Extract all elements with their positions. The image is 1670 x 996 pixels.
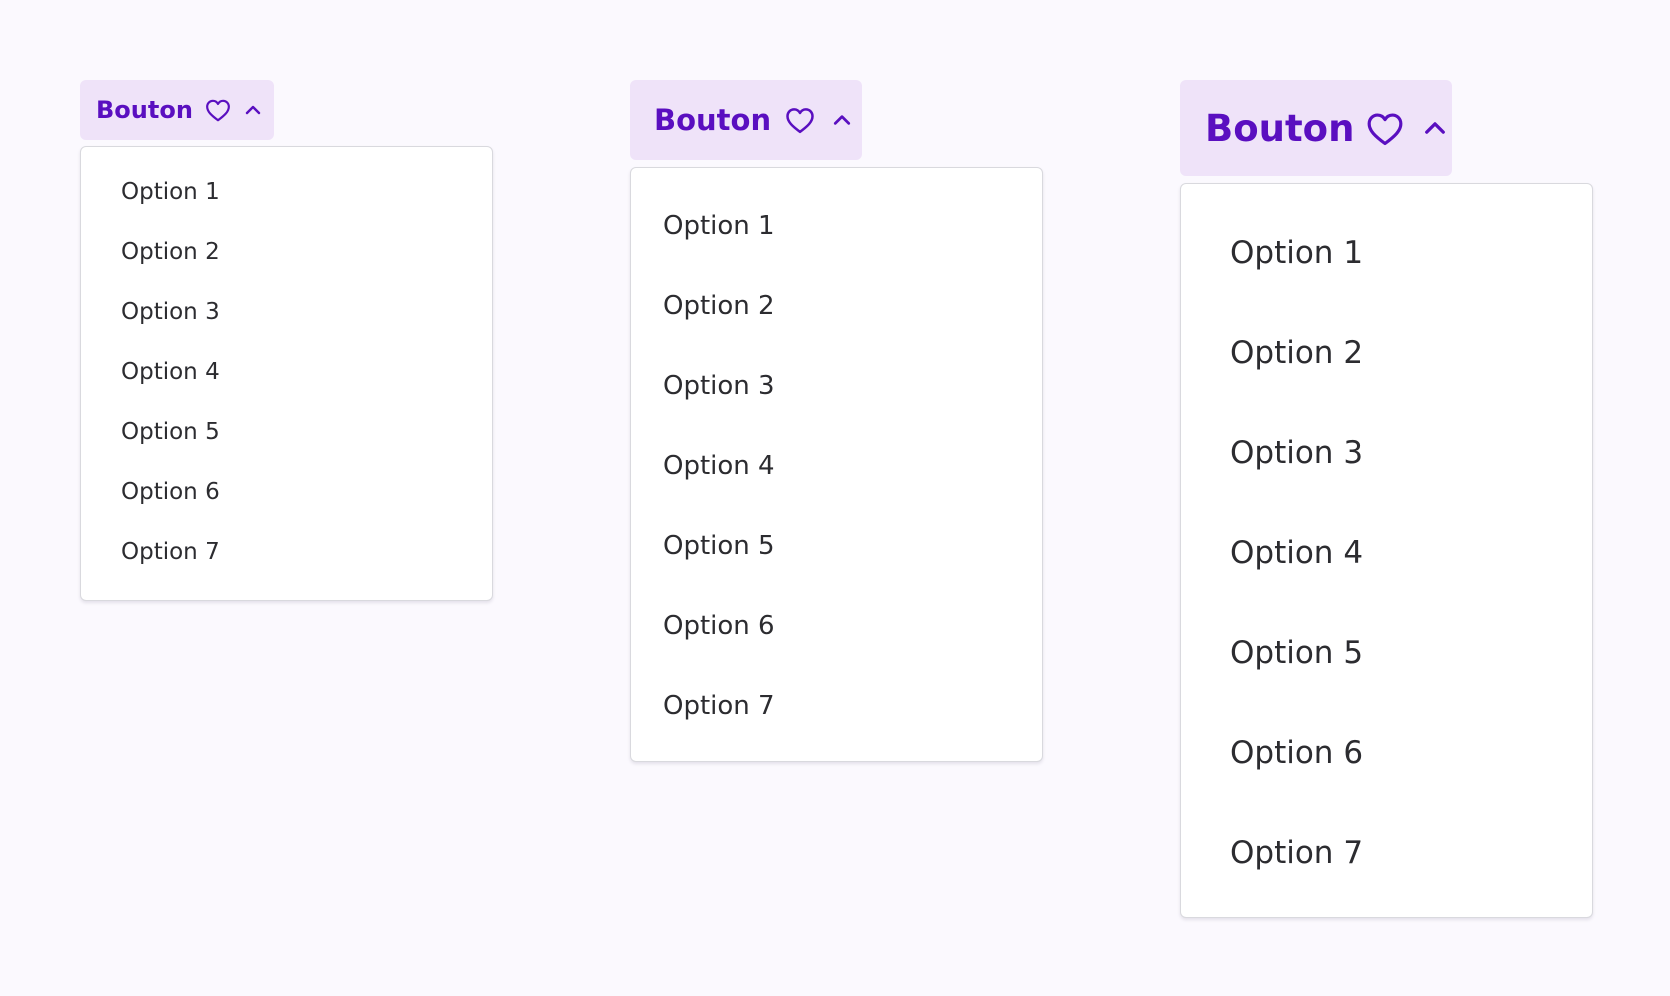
dropdown-menu-large: Option 1 Option 2 Option 3 Option 4 Opti… — [1180, 183, 1593, 918]
dropdown-button-medium[interactable]: Bouton — [630, 80, 862, 160]
heart-icon — [786, 108, 814, 134]
menu-item-option-6[interactable]: Option 6 — [1181, 703, 1592, 803]
menu-item-option-5[interactable]: Option 5 — [1181, 603, 1592, 703]
chevron-up-icon — [245, 105, 261, 115]
menu-item-option-5[interactable]: Option 5 — [631, 506, 1042, 586]
dropdown-menu-small: Option 1 Option 2 Option 3 Option 4 Opti… — [80, 146, 493, 601]
menu-item-option-7[interactable]: Option 7 — [1181, 803, 1592, 903]
heart-icon — [206, 99, 230, 122]
menu-item-option-3[interactable]: Option 3 — [1181, 403, 1592, 503]
chevron-up-icon — [1425, 122, 1446, 134]
dropdown-button-small[interactable]: Bouton — [80, 80, 274, 140]
menu-item-option-4[interactable]: Option 4 — [81, 342, 492, 402]
menu-item-option-7[interactable]: Option 7 — [81, 522, 492, 582]
menu-item-option-6[interactable]: Option 6 — [81, 462, 492, 522]
menu-item-option-3[interactable]: Option 3 — [81, 282, 492, 342]
menu-item-option-2[interactable]: Option 2 — [81, 222, 492, 282]
menu-item-option-6[interactable]: Option 6 — [631, 586, 1042, 666]
menu-item-option-2[interactable]: Option 2 — [631, 266, 1042, 346]
menu-item-option-7[interactable]: Option 7 — [631, 666, 1042, 746]
menu-item-option-1[interactable]: Option 1 — [81, 162, 492, 222]
dropdown-menu-medium: Option 1 Option 2 Option 3 Option 4 Opti… — [630, 167, 1043, 762]
dropdown-button-large[interactable]: Bouton — [1180, 80, 1452, 176]
heart-icon — [1368, 112, 1403, 145]
menu-item-option-4[interactable]: Option 4 — [1181, 503, 1592, 603]
menu-item-option-1[interactable]: Option 1 — [1181, 203, 1592, 303]
menu-item-option-1[interactable]: Option 1 — [631, 186, 1042, 266]
chevron-up-icon — [834, 115, 851, 125]
button-label: Bouton — [96, 96, 193, 124]
menu-item-option-4[interactable]: Option 4 — [631, 426, 1042, 506]
button-label: Bouton — [654, 103, 772, 137]
menu-item-option-5[interactable]: Option 5 — [81, 402, 492, 462]
menu-item-option-3[interactable]: Option 3 — [631, 346, 1042, 426]
canvas: Bouton Option 1 Option 2 Option 3 Option… — [0, 0, 1670, 996]
button-label: Bouton — [1205, 106, 1355, 150]
menu-item-option-2[interactable]: Option 2 — [1181, 303, 1592, 403]
